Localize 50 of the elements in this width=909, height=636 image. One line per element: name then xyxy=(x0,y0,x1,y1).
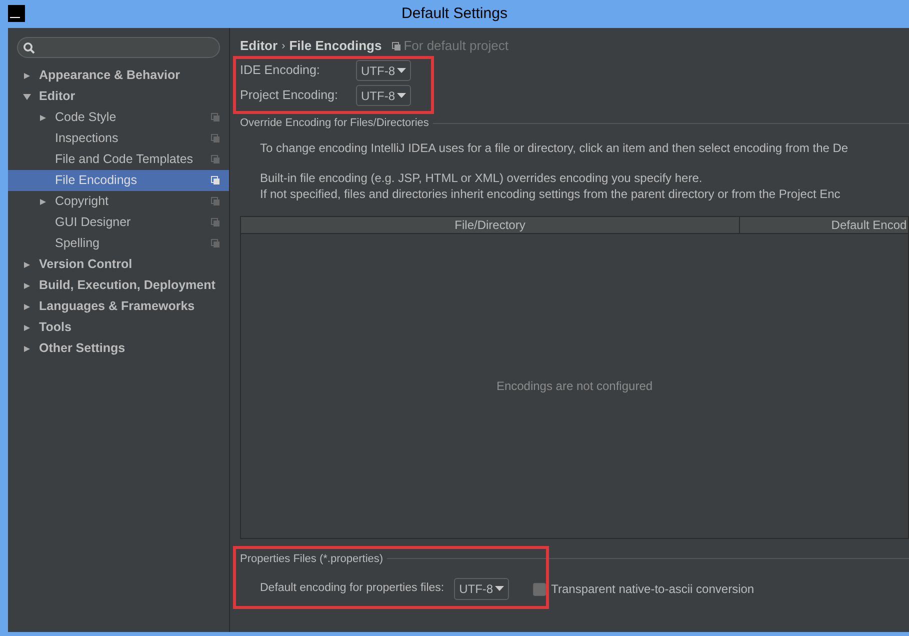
section-title: Properties Files (*.properties) xyxy=(240,552,384,566)
caret-icon xyxy=(23,324,31,332)
column-header[interactable]: Default Encod xyxy=(740,216,908,232)
window-title: Default Settings xyxy=(402,4,508,24)
tree-item[interactable]: Editor xyxy=(8,86,229,107)
tree-item[interactable]: Other Settings xyxy=(8,338,229,359)
checkbox-label: Transparent native-to-ascii conversion xyxy=(551,581,754,598)
app-logo-icon xyxy=(8,5,25,22)
scope-note: For default project xyxy=(404,37,508,56)
encoding-dropdown[interactable]: UTF-8 xyxy=(454,578,510,600)
help-text: Built-in file encoding (e.g. JSP, HTML or XML) overrides encoding you specify here. If not specified, files and directories inherit encoding settings from the parent directory or from the Project Enc xyxy=(260,170,842,202)
section-title: Override Encoding for Files/Directories xyxy=(240,116,429,131)
empty-table-message: Encodings are not configured xyxy=(496,378,653,394)
tree-item[interactable]: Code Style xyxy=(8,107,229,128)
breadcrumb-current: File Encodings xyxy=(289,37,382,56)
dropdown-arrow-icon xyxy=(495,586,504,592)
tree-item[interactable]: Languages & Frameworks xyxy=(8,296,229,317)
help-text: To change encoding IntelliJ IDEA uses for a file or directory, click an item and then select encoding from the De xyxy=(260,140,850,156)
tree-item[interactable]: Tools xyxy=(8,317,229,338)
column-header[interactable]: File/Directory xyxy=(241,216,740,232)
tree-item[interactable]: Spelling xyxy=(8,233,229,254)
caret-icon xyxy=(23,282,31,290)
dropdown-arrow-icon xyxy=(397,92,406,98)
tree-item[interactable]: File and Code Templates xyxy=(8,149,229,170)
tree-item[interactable]: File Encodings xyxy=(8,170,229,191)
tree-item[interactable]: GUI Designer xyxy=(8,212,229,233)
tree-item[interactable]: Version Control xyxy=(8,254,229,275)
tree-item[interactable]: Inspections xyxy=(8,128,229,149)
encoding-dropdown[interactable]: UTF-8 xyxy=(356,85,411,106)
checkbox[interactable] xyxy=(533,582,546,596)
caret-icon xyxy=(23,260,31,268)
caret-icon xyxy=(39,198,47,206)
caret-icon xyxy=(23,72,31,80)
project-scope-icon xyxy=(392,42,401,50)
caret-icon xyxy=(39,114,47,122)
search-icon xyxy=(23,42,35,54)
field-label: Default encoding for properties files: xyxy=(260,581,444,596)
caret-icon xyxy=(23,302,31,310)
breadcrumb-separator: › xyxy=(282,38,286,54)
field-label: Project Encoding: xyxy=(240,87,339,104)
search-field[interactable] xyxy=(17,37,220,58)
caret-icon xyxy=(23,344,31,352)
caret-icon xyxy=(23,92,31,100)
dropdown-arrow-icon xyxy=(397,68,406,74)
encoding-dropdown[interactable]: UTF-8 xyxy=(356,60,411,81)
tree-item[interactable]: Appearance & Behavior xyxy=(8,65,229,86)
tree-item[interactable]: Copyright xyxy=(8,191,229,212)
breadcrumb-parent: Editor xyxy=(240,37,278,56)
tree-item[interactable]: Build, Execution, Deployment xyxy=(8,275,229,296)
field-label: IDE Encoding: xyxy=(240,62,321,80)
